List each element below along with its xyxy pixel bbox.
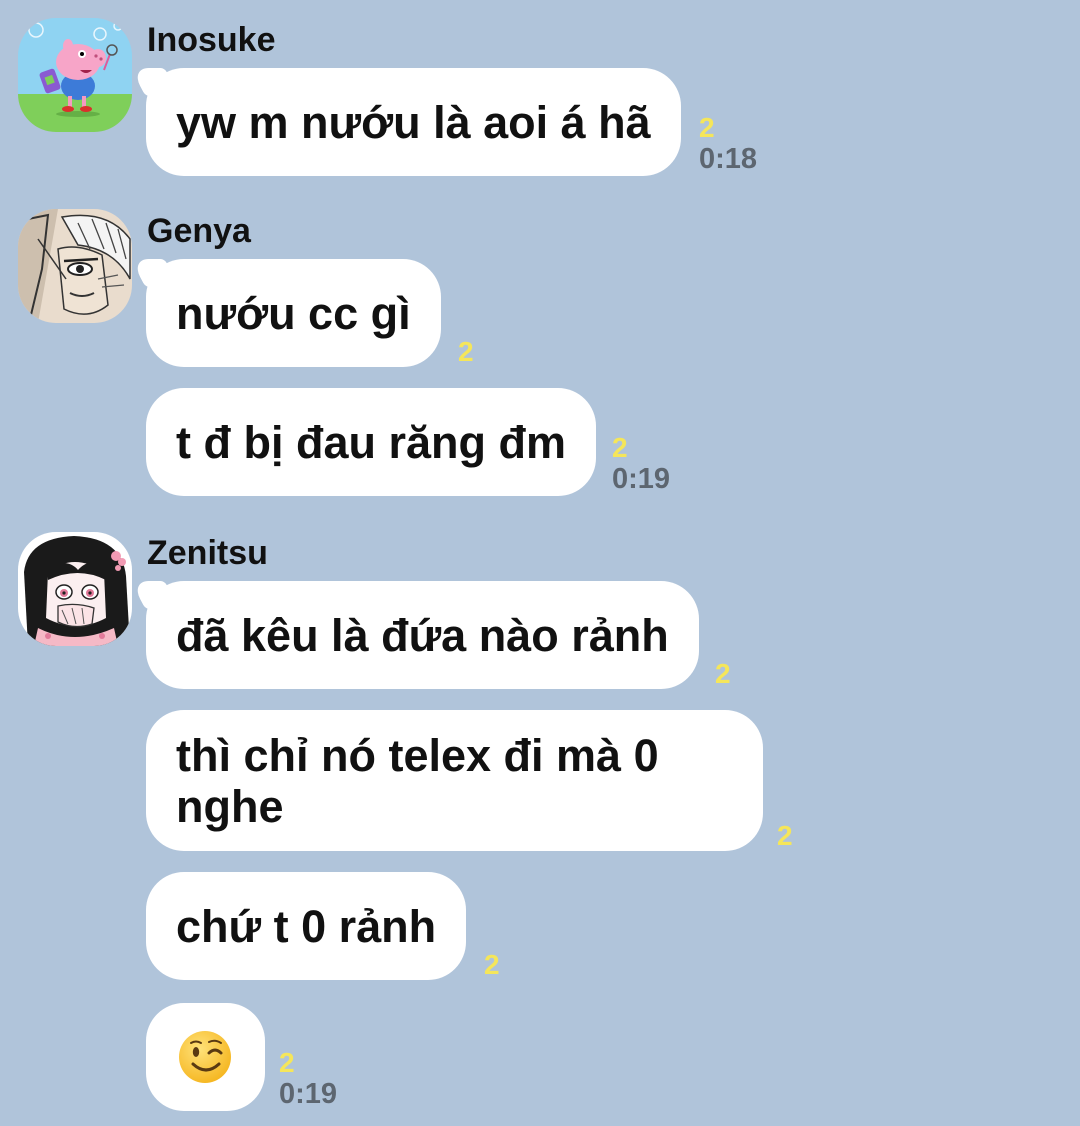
message-bubble[interactable]: thì chỉ nó telex đi mà 0 nghe — [146, 710, 763, 851]
winking-face-emoji-icon — [179, 1031, 231, 1083]
message-text: yw m nướu là aoi á hã — [176, 96, 651, 148]
read-count: 2 — [777, 820, 793, 851]
timestamp: 0:18 — [699, 143, 758, 175]
timestamp: 0:19 — [612, 463, 671, 495]
message-bubble[interactable]: yw m nướu là aoi á hã — [146, 68, 681, 176]
avatar-inosuke[interactable] — [18, 18, 132, 132]
sender-name: Genya — [147, 212, 251, 250]
read-count: 2 — [484, 949, 500, 980]
message-text: thì chỉ nó telex đi mà 0 nghe — [176, 729, 659, 832]
message-meta: 2 — [458, 337, 474, 367]
message-meta: 2 0:19 — [279, 1047, 338, 1111]
avatar-zenitsu[interactable] — [18, 532, 132, 646]
message-text: t đ bị đau răng đm — [176, 416, 566, 468]
read-count: 2 — [458, 336, 474, 367]
message-meta: 2 0:19 — [612, 432, 671, 496]
message-text: đã kêu là đứa nào rảnh — [176, 609, 669, 661]
message-bubble[interactable]: t đ bị đau răng đm — [146, 388, 596, 496]
read-count: 2 — [715, 658, 731, 689]
sender-name: Inosuke — [147, 21, 276, 59]
message-bubble[interactable]: đã kêu là đứa nào rảnh — [146, 581, 699, 689]
peppa-pig-avatar-icon — [18, 18, 132, 132]
timestamp: 0:19 — [279, 1078, 338, 1110]
message-bubble[interactable]: chứ t 0 rảnh — [146, 872, 467, 980]
message-meta: 2 0:18 — [699, 112, 758, 176]
anime-girl-avatar-icon — [18, 532, 132, 646]
emoji-message-bubble[interactable] — [146, 1003, 265, 1111]
sender-name: Zenitsu — [147, 534, 268, 572]
message-meta: 2 — [777, 821, 793, 851]
read-count: 2 — [279, 1047, 295, 1078]
message-meta: 2 — [484, 950, 500, 980]
message-bubble[interactable]: nướu cc gì — [146, 259, 441, 367]
message-meta: 2 — [715, 659, 731, 689]
read-count: 2 — [699, 112, 715, 143]
chat-area: Inosuke yw m nướu là aoi á hã 2 0:18 Gen… — [0, 0, 1080, 1126]
read-count: 2 — [612, 432, 628, 463]
message-text: nướu cc gì — [176, 287, 411, 339]
message-text: chứ t 0 rảnh — [176, 900, 437, 952]
manga-character-avatar-icon — [18, 209, 132, 323]
avatar-genya[interactable] — [18, 209, 132, 323]
